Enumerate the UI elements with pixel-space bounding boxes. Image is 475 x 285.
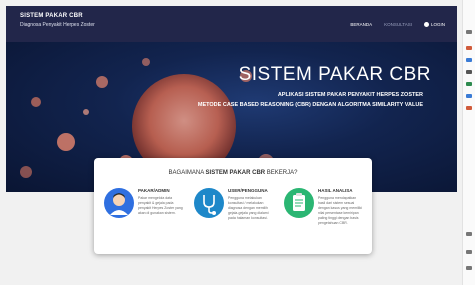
extension-icon[interactable] [466, 70, 472, 74]
virus-particle-icon [83, 109, 89, 115]
role-description: Pakar mengelola data penyakit & gejala p… [138, 196, 183, 215]
page: SISTEM PAKAR CBR Diagnosa Penyakit Herpe… [0, 0, 463, 285]
extension-icon[interactable] [466, 94, 472, 98]
settings-icon[interactable] [466, 232, 472, 236]
user-icon [423, 22, 429, 27]
browser-side-toolbar [462, 0, 475, 285]
virus-particle-icon [20, 166, 32, 178]
hero-subtitle-2: METODE CASE BASED REASONING (CBR) DENGAN… [197, 102, 423, 108]
role-pakar-admin: PAKAR/ADMIN Pakar mengelola data penyaki… [100, 184, 188, 248]
stethoscope-icon [194, 188, 224, 218]
brand-title[interactable]: SISTEM PAKAR CBR [20, 13, 95, 19]
card-heading: BAGAIMANA SISTEM PAKAR CBR BEKERJA? [94, 170, 372, 176]
hero-title: SISTEM PAKAR CBR [238, 64, 431, 85]
gear-icon[interactable] [466, 266, 472, 270]
heading-prefix: BAGAIMANA [168, 170, 204, 176]
extension-icon[interactable] [466, 58, 472, 62]
virus-particle-icon [142, 58, 150, 66]
role-user-pengguna: USER/PENGGUNA Pengguna melakukan konsult… [190, 184, 278, 248]
role-hasil-analisa: HASIL ANALISA Pengguna mendapatkan hasil… [280, 184, 368, 248]
how-it-works-card: BAGAIMANA SISTEM PAKAR CBR BEKERJA? PAKA… [94, 158, 372, 254]
nav-beranda-link[interactable]: BERANDA [350, 22, 372, 27]
doctor-avatar-icon [104, 188, 134, 218]
role-description: Pengguna mendapatkan hasil dari sistem s… [318, 196, 362, 225]
brand-subtitle: Diagnosa Penyakit Herpes Zoster [20, 22, 95, 28]
role-title: USER/PENGGUNA [228, 188, 268, 193]
brand[interactable]: SISTEM PAKAR CBR Diagnosa Penyakit Herpe… [20, 13, 95, 28]
extension-icon[interactable] [466, 106, 472, 110]
role-title: HASIL ANALISA [318, 188, 353, 193]
virus-particle-icon [31, 97, 41, 107]
nav-login-link[interactable]: LOGIN [423, 22, 445, 27]
role-title: PAKAR/ADMIN [138, 188, 170, 193]
navbar: SISTEM PAKAR CBR Diagnosa Penyakit Herpe… [6, 6, 457, 42]
virus-particle-icon [57, 133, 75, 151]
nav-konsultasi-link[interactable]: KONSULTASI [384, 22, 412, 27]
extension-icon[interactable] [466, 82, 472, 86]
nav-login-label: LOGIN [430, 22, 445, 27]
search-icon[interactable] [466, 30, 472, 34]
extension-icon[interactable] [466, 46, 472, 50]
clipboard-icon [284, 188, 314, 218]
expand-icon[interactable] [466, 250, 472, 254]
heading-bold: SISTEM PAKAR CBR [205, 170, 266, 176]
role-description: Pengguna melakukan konsultasi / melakuka… [228, 196, 269, 220]
hero-subtitle-1: APLIKASI SISTEM PAKAR PENYAKIT HERPES ZO… [277, 92, 423, 98]
virus-particle-icon [96, 76, 108, 88]
heading-suffix: BEKERJA? [266, 170, 298, 176]
nav-links: BERANDA KONSULTASI LOGIN [350, 22, 445, 27]
